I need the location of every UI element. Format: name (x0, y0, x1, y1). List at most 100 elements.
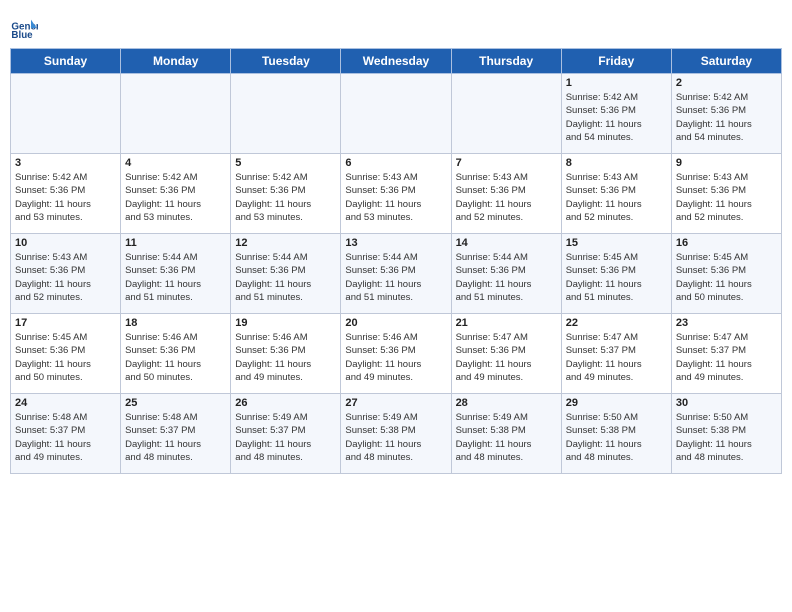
calendar-day-cell: 13 Sunrise: 5:44 AM Sunset: 5:36 PM Dayli… (341, 234, 451, 314)
calendar-day-cell: 8 Sunrise: 5:43 AM Sunset: 5:36 PM Daylig… (561, 154, 671, 234)
calendar-week-row: 17 Sunrise: 5:45 AM Sunset: 5:36 PM Dayli… (11, 314, 782, 394)
calendar-day-cell: 11Sunrise: 5:44 AM Sunset: 5:36 PM Dayli… (121, 234, 231, 314)
calendar-day-cell: 14 Sunrise: 5:44 AM Sunset: 5:36 PM Dayli… (451, 234, 561, 314)
logo-icon: General Blue (10, 14, 38, 42)
day-info: Sunrise: 5:43 AM Sunset: 5:36 PM Dayligh… (345, 171, 446, 224)
day-number: 4 (125, 157, 226, 169)
day-number: 2 (676, 77, 777, 89)
day-info: Sunrise: 5:45 AM Sunset: 5:36 PM Dayligh… (676, 251, 777, 304)
calendar-table: SundayMondayTuesdayWednesdayThursdayFrid… (10, 48, 782, 474)
day-info: Sunrise: 5:43 AM Sunset: 5:36 PM Dayligh… (456, 171, 557, 224)
calendar-week-row: 10 Sunrise: 5:43 AM Sunset: 5:36 PM Dayli… (11, 234, 782, 314)
day-info: Sunrise: 5:49 AM Sunset: 5:37 PM Dayligh… (235, 411, 336, 464)
page-header: General Blue (10, 10, 782, 42)
day-number: 23 (676, 317, 777, 329)
calendar-day-cell: 29 Sunrise: 5:50 AM Sunset: 5:38 PM Dayli… (561, 394, 671, 474)
svg-text:Blue: Blue (11, 30, 33, 41)
day-info: Sunrise: 5:47 AM Sunset: 5:37 PM Dayligh… (566, 331, 667, 384)
day-info: Sunrise: 5:45 AM Sunset: 5:36 PM Dayligh… (566, 251, 667, 304)
calendar-day-cell: 20 Sunrise: 5:46 AM Sunset: 5:36 PM Dayli… (341, 314, 451, 394)
day-number: 24 (15, 397, 116, 409)
calendar-day-cell: 22 Sunrise: 5:47 AM Sunset: 5:37 PM Dayli… (561, 314, 671, 394)
day-info: Sunrise: 5:47 AM Sunset: 5:37 PM Dayligh… (676, 331, 777, 384)
day-number: 22 (566, 317, 667, 329)
weekday-header-cell: Monday (121, 49, 231, 74)
day-info: Sunrise: 5:46 AM Sunset: 5:36 PM Dayligh… (345, 331, 446, 384)
day-number: 1 (566, 77, 667, 89)
day-info: Sunrise: 5:42 AM Sunset: 5:36 PM Dayligh… (15, 171, 116, 224)
calendar-day-cell: 28 Sunrise: 5:49 AM Sunset: 5:38 PM Dayli… (451, 394, 561, 474)
day-number: 10 (15, 237, 116, 249)
calendar-day-cell: 1 Sunrise: 5:42 AM Sunset: 5:36 PM Daylig… (561, 74, 671, 154)
day-info: Sunrise: 5:42 AM Sunset: 5:36 PM Dayligh… (566, 91, 667, 144)
calendar-day-cell: 10 Sunrise: 5:43 AM Sunset: 5:36 PM Dayli… (11, 234, 121, 314)
day-info: Sunrise: 5:50 AM Sunset: 5:38 PM Dayligh… (566, 411, 667, 464)
day-number: 29 (566, 397, 667, 409)
calendar-day-cell: 18 Sunrise: 5:46 AM Sunset: 5:36 PM Dayli… (121, 314, 231, 394)
day-number: 20 (345, 317, 446, 329)
calendar-day-cell: 24 Sunrise: 5:48 AM Sunset: 5:37 PM Dayli… (11, 394, 121, 474)
calendar-day-cell: 17 Sunrise: 5:45 AM Sunset: 5:36 PM Dayli… (11, 314, 121, 394)
day-info: Sunrise: 5:42 AM Sunset: 5:36 PM Dayligh… (676, 91, 777, 144)
day-number: 17 (15, 317, 116, 329)
calendar-day-cell: 19 Sunrise: 5:46 AM Sunset: 5:36 PM Dayli… (231, 314, 341, 394)
calendar-day-cell: 25Sunrise: 5:48 AM Sunset: 5:37 PM Dayli… (121, 394, 231, 474)
day-number: 16 (676, 237, 777, 249)
day-info: Sunrise: 5:49 AM Sunset: 5:38 PM Dayligh… (345, 411, 446, 464)
weekday-header-row: SundayMondayTuesdayWednesdayThursdayFrid… (11, 49, 782, 74)
weekday-header-cell: Saturday (671, 49, 781, 74)
day-number: 12 (235, 237, 336, 249)
day-number: 28 (456, 397, 557, 409)
day-info: Sunrise: 5:43 AM Sunset: 5:36 PM Dayligh… (15, 251, 116, 304)
day-info: Sunrise: 5:44 AM Sunset: 5:36 PM Dayligh… (345, 251, 446, 304)
day-number: 8 (566, 157, 667, 169)
calendar-day-cell: 27 Sunrise: 5:49 AM Sunset: 5:38 PM Dayli… (341, 394, 451, 474)
calendar-day-cell: 12Sunrise: 5:44 AM Sunset: 5:36 PM Dayli… (231, 234, 341, 314)
calendar-week-row: 3 Sunrise: 5:42 AM Sunset: 5:36 PM Daylig… (11, 154, 782, 234)
day-info: Sunrise: 5:43 AM Sunset: 5:36 PM Dayligh… (566, 171, 667, 224)
day-number: 6 (345, 157, 446, 169)
day-number: 11 (125, 237, 226, 249)
day-info: Sunrise: 5:48 AM Sunset: 5:37 PM Dayligh… (125, 411, 226, 464)
day-info: Sunrise: 5:46 AM Sunset: 5:36 PM Dayligh… (235, 331, 336, 384)
calendar-day-cell: 5 Sunrise: 5:42 AM Sunset: 5:36 PM Daylig… (231, 154, 341, 234)
weekday-header-cell: Wednesday (341, 49, 451, 74)
day-info: Sunrise: 5:42 AM Sunset: 5:36 PM Dayligh… (125, 171, 226, 224)
day-info: Sunrise: 5:49 AM Sunset: 5:38 PM Dayligh… (456, 411, 557, 464)
day-number: 5 (235, 157, 336, 169)
calendar-day-cell: 26Sunrise: 5:49 AM Sunset: 5:37 PM Dayli… (231, 394, 341, 474)
calendar-day-cell (341, 74, 451, 154)
weekday-header-cell: Sunday (11, 49, 121, 74)
day-number: 18 (125, 317, 226, 329)
day-info: Sunrise: 5:45 AM Sunset: 5:36 PM Dayligh… (15, 331, 116, 384)
day-info: Sunrise: 5:43 AM Sunset: 5:36 PM Dayligh… (676, 171, 777, 224)
day-number: 3 (15, 157, 116, 169)
calendar-day-cell: 23 Sunrise: 5:47 AM Sunset: 5:37 PM Dayli… (671, 314, 781, 394)
calendar-day-cell: 21Sunrise: 5:47 AM Sunset: 5:36 PM Dayli… (451, 314, 561, 394)
calendar-day-cell: 7Sunrise: 5:43 AM Sunset: 5:36 PM Daylig… (451, 154, 561, 234)
calendar-day-cell: 30Sunrise: 5:50 AM Sunset: 5:38 PM Dayli… (671, 394, 781, 474)
calendar-day-cell: 4 Sunrise: 5:42 AM Sunset: 5:36 PM Daylig… (121, 154, 231, 234)
day-info: Sunrise: 5:46 AM Sunset: 5:36 PM Dayligh… (125, 331, 226, 384)
calendar-day-cell: 2 Sunrise: 5:42 AM Sunset: 5:36 PM Daylig… (671, 74, 781, 154)
day-info: Sunrise: 5:44 AM Sunset: 5:36 PM Dayligh… (456, 251, 557, 304)
day-number: 30 (676, 397, 777, 409)
day-info: Sunrise: 5:48 AM Sunset: 5:37 PM Dayligh… (15, 411, 116, 464)
logo: General Blue (10, 14, 40, 42)
day-number: 27 (345, 397, 446, 409)
day-number: 15 (566, 237, 667, 249)
day-info: Sunrise: 5:42 AM Sunset: 5:36 PM Dayligh… (235, 171, 336, 224)
calendar-day-cell: 9Sunrise: 5:43 AM Sunset: 5:36 PM Daylig… (671, 154, 781, 234)
calendar-week-row: 24 Sunrise: 5:48 AM Sunset: 5:37 PM Dayli… (11, 394, 782, 474)
calendar-day-cell (11, 74, 121, 154)
calendar-day-cell: 16 Sunrise: 5:45 AM Sunset: 5:36 PM Dayli… (671, 234, 781, 314)
day-number: 21 (456, 317, 557, 329)
calendar-day-cell: 15 Sunrise: 5:45 AM Sunset: 5:36 PM Dayli… (561, 234, 671, 314)
weekday-header-cell: Friday (561, 49, 671, 74)
calendar-day-cell (121, 74, 231, 154)
day-number: 14 (456, 237, 557, 249)
day-number: 13 (345, 237, 446, 249)
calendar-week-row: 1 Sunrise: 5:42 AM Sunset: 5:36 PM Daylig… (11, 74, 782, 154)
day-number: 19 (235, 317, 336, 329)
calendar-body: 1 Sunrise: 5:42 AM Sunset: 5:36 PM Daylig… (11, 74, 782, 474)
